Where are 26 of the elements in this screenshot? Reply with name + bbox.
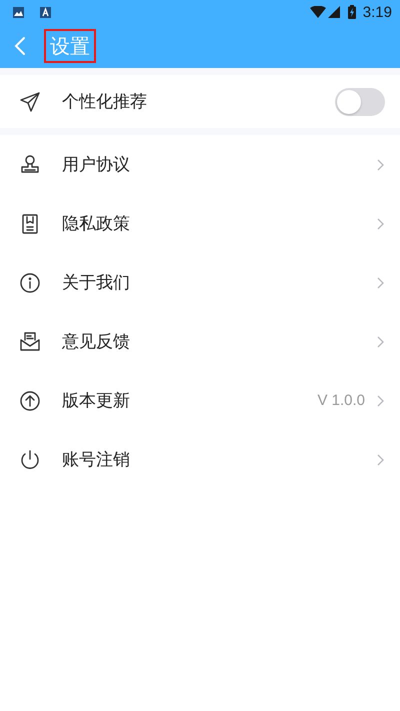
signal-icon: [328, 6, 340, 18]
chevron-icon: [377, 158, 384, 170]
menu-item[interactable]: 关于我们: [0, 253, 400, 312]
paper-plane-icon: [18, 90, 42, 114]
version-text: V 1.0.0: [317, 392, 365, 409]
chevron-icon: [377, 336, 384, 348]
menu-item[interactable]: 账号注销: [0, 430, 400, 489]
clock-time: 3:19: [362, 4, 392, 20]
chevron-icon: [377, 394, 384, 406]
envelope-icon: [18, 330, 42, 354]
battery-icon: [348, 5, 356, 19]
menu-item[interactable]: 意见反馈: [0, 312, 400, 371]
info-icon: [18, 270, 42, 294]
upload-icon: [18, 388, 42, 412]
image-icon: [13, 6, 24, 18]
chevron-icon: [377, 276, 384, 288]
page-title: 设置: [44, 29, 96, 63]
chevron-icon: [377, 218, 384, 230]
toggle-switch[interactable]: [335, 88, 385, 116]
menu-item[interactable]: 隐私政策: [0, 194, 400, 253]
chevron-icon: [377, 454, 384, 466]
notification-icon: [40, 6, 51, 18]
wifi-icon: [310, 6, 326, 18]
menu-item[interactable]: 版本更新 V 1.0.0: [0, 371, 400, 430]
menu-item[interactable]: 用户协议: [0, 135, 400, 194]
setting-label: 个性化推荐: [62, 91, 147, 113]
